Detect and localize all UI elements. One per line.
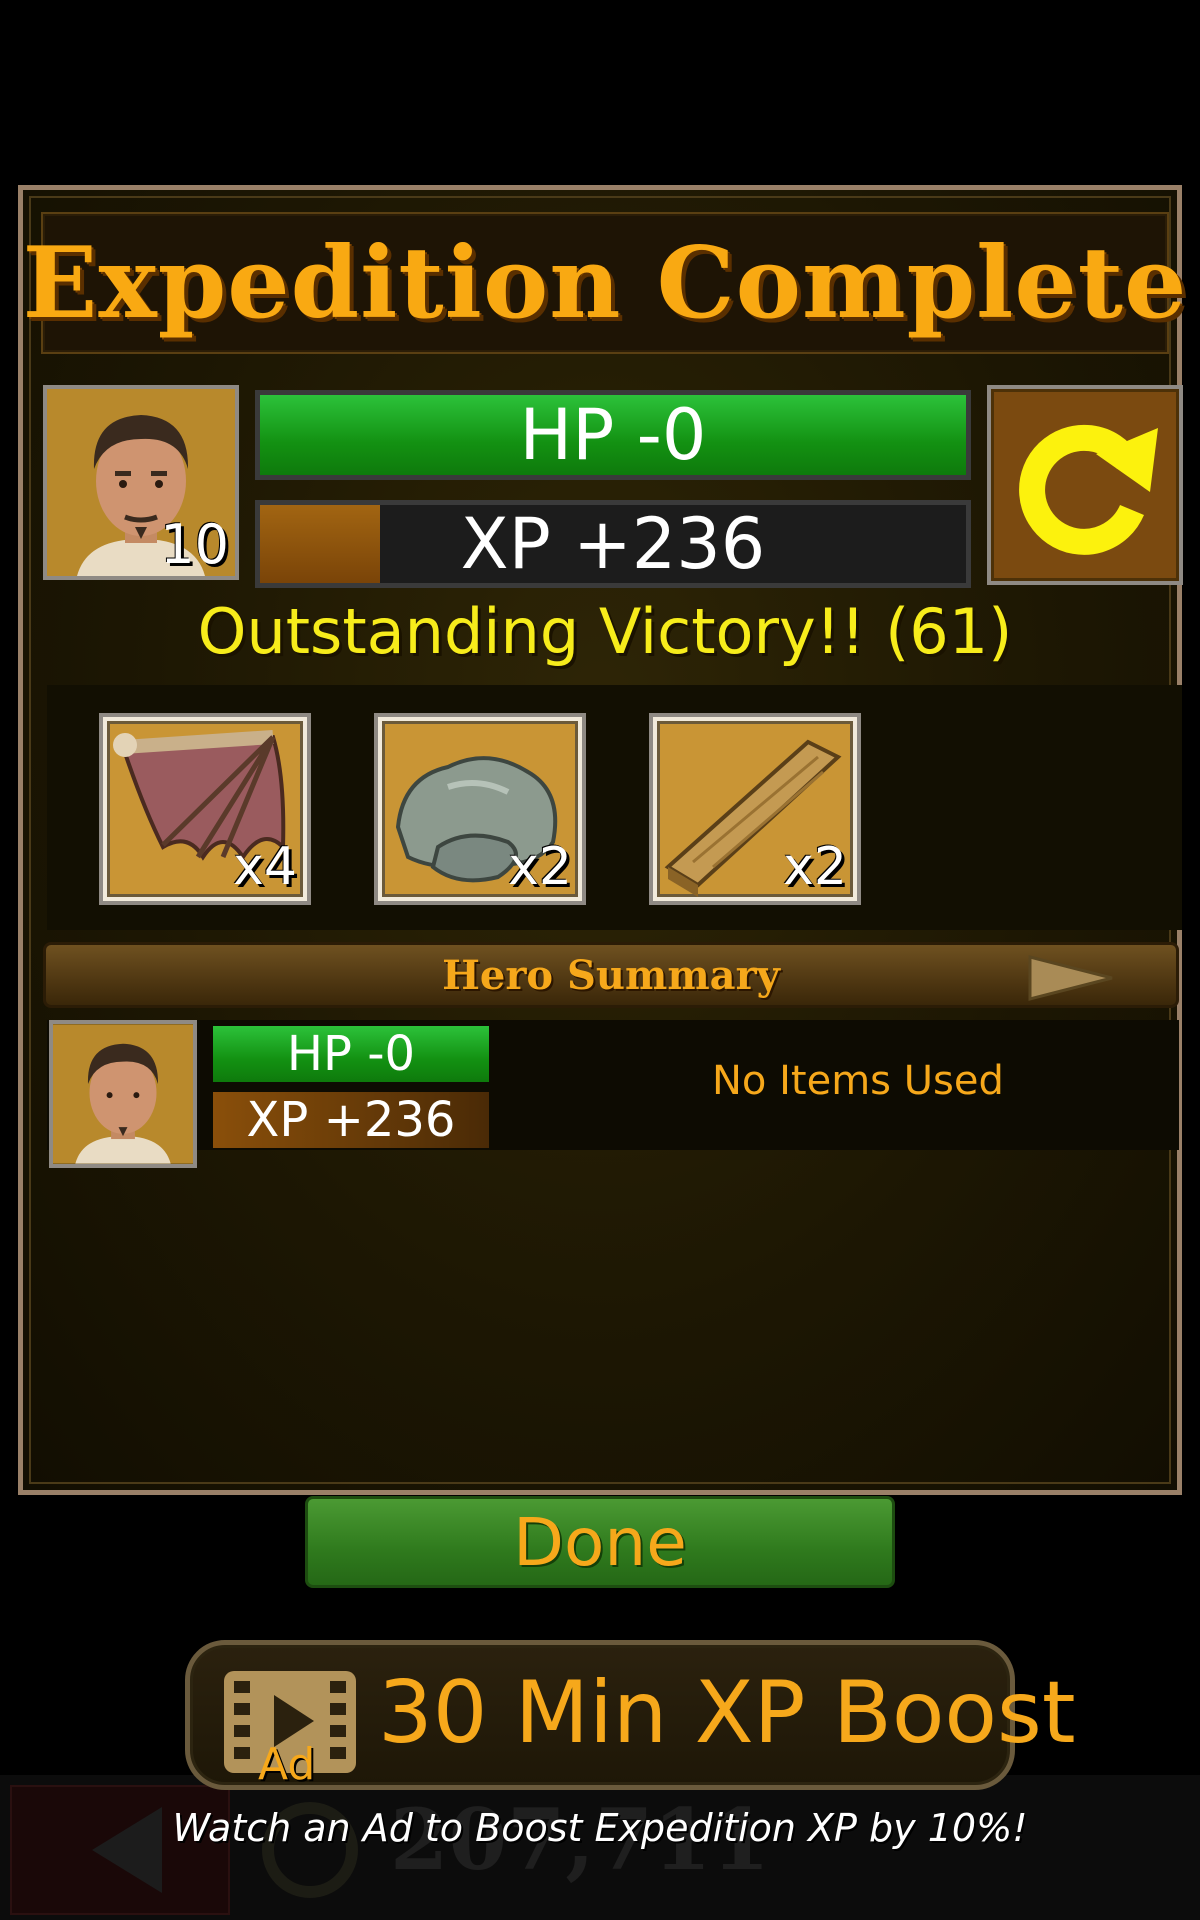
replay-button[interactable] <box>987 385 1183 585</box>
xp-bar: XP +236 <box>255 500 971 588</box>
loot-panel: x4 x2 x2 <box>47 685 1182 930</box>
hero-face-icon <box>53 1024 193 1164</box>
victory-message: Outstanding Victory!! (61) <box>197 595 1013 668</box>
refresh-icon <box>1019 424 1158 555</box>
loot-count: x2 <box>508 837 572 897</box>
loot-count: x2 <box>783 837 847 897</box>
xp-progress-fill <box>260 505 381 583</box>
items-used-status: No Items Used <box>712 1058 1004 1104</box>
hero-summary-xp-text: XP +236 <box>246 1092 456 1148</box>
xp-text: XP +236 <box>460 503 766 585</box>
xp-boost-label: 30 Min XP Boost <box>378 1663 1076 1763</box>
hero-summary-hp-text: HP -0 <box>286 1026 416 1082</box>
hud-back-button[interactable] <box>10 1785 230 1915</box>
expedition-complete-panel: Expedition Complete 10 HP -0 XP +236 Out… <box>18 185 1186 1495</box>
page-title: Expedition Complete <box>22 225 1188 341</box>
hero-level: 10 <box>160 513 229 576</box>
hero-portrait[interactable]: 10 <box>43 385 239 580</box>
hero-summary-title: Hero Summary <box>442 951 780 999</box>
hero-summary-xp-bar: XP +236 <box>213 1092 489 1148</box>
play-arrow-icon <box>1028 955 1113 1001</box>
loot-count: x4 <box>233 837 297 897</box>
hero-summary-header[interactable]: Hero Summary <box>43 942 1179 1008</box>
loot-item-wood-plank[interactable]: x2 <box>649 713 861 905</box>
ad-caption: Watch an Ad to Boost Expedition XP by 10… <box>172 1806 1028 1850</box>
hp-text: HP -0 <box>519 394 707 476</box>
done-button[interactable]: Done <box>305 1496 895 1588</box>
ad-badge: Ad <box>258 1739 316 1790</box>
hero-summary-row: HP -0 XP +236 No Items Used <box>47 1020 1179 1168</box>
hp-bar: HP -0 <box>255 390 971 480</box>
done-label: Done <box>513 1503 687 1581</box>
loot-item-bat-wing[interactable]: x4 <box>99 713 311 905</box>
xp-boost-ad-button[interactable]: Ad 30 Min XP Boost <box>185 1640 1076 1790</box>
title-banner: Expedition Complete <box>23 212 1186 354</box>
hero-summary-portrait[interactable] <box>49 1020 197 1168</box>
hero-summary-hp-bar: HP -0 <box>213 1026 489 1082</box>
loot-item-stone[interactable]: x2 <box>374 713 586 905</box>
